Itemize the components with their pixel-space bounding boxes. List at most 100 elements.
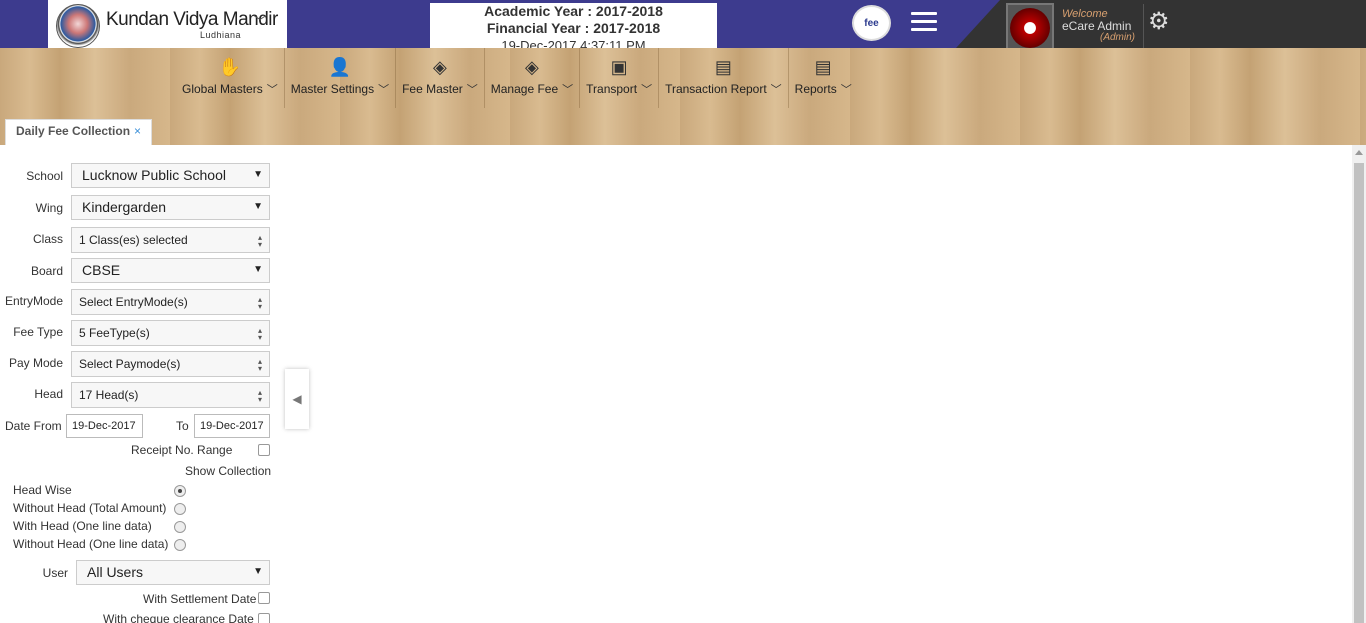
tab-daily-fee-collection[interactable]: Daily Fee Collection × (5, 119, 153, 145)
wing-label: Wing (35, 201, 63, 215)
settlement-date-label: With Settlement Date (143, 592, 257, 606)
chevron-down-icon: ﹀ (266, 84, 278, 96)
cheque-date-checkbox[interactable] (258, 613, 270, 623)
date-to-label: To (176, 419, 189, 433)
date-from-input[interactable]: 19-Dec-2017 (66, 414, 143, 438)
avatar[interactable] (1006, 3, 1054, 52)
menu-label: Reports (794, 82, 837, 96)
chevron-down-icon[interactable]: ﹀ (253, 12, 267, 32)
org-city: Ludhiana (200, 30, 242, 40)
gear-icon[interactable]: ⚙ (1148, 10, 1170, 34)
chevron-down-icon: ﹀ (641, 84, 653, 96)
user-role: (Admin) (1100, 32, 1136, 43)
financial-year: Financial Year : 2017-2018 (486, 20, 661, 36)
radio-label: Without Head (One line data) (13, 537, 169, 551)
head-label: Head (34, 387, 63, 401)
feetype-label: Fee Type (13, 325, 63, 339)
scrollbar-thumb[interactable] (1354, 163, 1364, 623)
menu-global-masters[interactable]: ✋ Global Masters ﹀ (176, 48, 285, 108)
bus-icon: ▣ (610, 57, 628, 77)
with-head-oneline-radio[interactable] (174, 521, 186, 533)
menu-manage-fee[interactable]: ◈ Manage Fee ﹀ (485, 48, 581, 108)
session-info: Academic Year : 2017-2018 Financial Year… (430, 3, 717, 53)
dropdown-arrow-icon: ▼ (253, 264, 263, 275)
money-icon: ◈ (433, 57, 447, 77)
paymode-label: Pay Mode (8, 356, 63, 370)
receipt-range-checkbox[interactable] (258, 444, 270, 456)
head-value: 17 Head(s) (79, 388, 139, 402)
show-collection-label: Show Collection (185, 464, 272, 478)
money-icon: ◈ (525, 57, 539, 77)
school-emblem-icon (56, 4, 100, 48)
divider (1143, 4, 1144, 48)
head-multiselect[interactable]: 17 Head(s) ▴ ▾ (71, 382, 270, 408)
board-select[interactable]: CBSE ▼ (71, 258, 270, 283)
entrymode-label: EntryMode (4, 294, 63, 308)
paymode-multiselect[interactable]: Select Paymode(s) ▴ ▾ (71, 351, 270, 377)
radio-label: With Head (One line data) (13, 519, 152, 533)
user-edit-icon: 👤 (328, 57, 352, 77)
paymode-value: Select Paymode(s) (79, 357, 181, 371)
without-head-oneline-radio[interactable] (174, 539, 186, 551)
chevron-down-icon: ﹀ (840, 84, 852, 96)
dropdown-arrow-icon: ▼ (253, 566, 263, 577)
chevron-down-icon: ﹀ (466, 84, 478, 96)
settlement-date-checkbox[interactable] (258, 592, 270, 604)
receipt-range-label: Receipt No. Range (131, 443, 233, 457)
date-to-input[interactable]: 19-Dec-2017 (194, 414, 270, 438)
feetype-multiselect[interactable]: 5 FeeType(s) ▴ ▾ (71, 320, 270, 346)
hamburger-menu-icon[interactable] (911, 12, 937, 32)
menu-label: Transport (586, 82, 638, 96)
sort-arrows-icon: ▴ ▾ (257, 326, 262, 342)
menu-master-settings[interactable]: 👤 Master Settings ﹀ (285, 48, 397, 108)
school-value: Lucknow Public School (82, 167, 226, 183)
menu-reports[interactable]: ▤ Reports ﹀ (789, 48, 858, 108)
scroll-up-icon[interactable] (1355, 150, 1363, 155)
cheque-date-label: With cheque clearance Date (103, 612, 254, 623)
chevron-down-icon: ﹀ (770, 84, 782, 96)
user-value: All Users (87, 564, 144, 580)
document-icon: ▤ (814, 57, 832, 77)
school-select[interactable]: Lucknow Public School ▼ (71, 163, 270, 188)
menu-label: Master Settings (290, 82, 375, 96)
product-logo[interactable]: fee (852, 5, 891, 41)
menu-transaction-report[interactable]: ▤ Transaction Report ﹀ (659, 48, 789, 108)
wing-value: Kindergarden (82, 199, 167, 215)
tab-label: Daily Fee Collection (16, 124, 131, 138)
radio-label: Without Head (Total Amount) (13, 501, 167, 515)
user-name: eCare Admin (1062, 19, 1132, 33)
board-value: CBSE (82, 262, 121, 278)
org-selector[interactable]: Kundan Vidya Mandir Ludhiana ﹀ (48, 0, 287, 53)
class-label: Class (32, 232, 63, 246)
main-menu: ✋ Global Masters ﹀ 👤 Master Settings ﹀ ◈ F… (176, 48, 858, 108)
menu-label: Transaction Report (665, 82, 767, 96)
sort-arrows-icon: ▴ ▾ (257, 388, 262, 404)
sort-arrows-icon: ▴ ▾ (257, 295, 262, 311)
chevron-left-icon: ◀ (292, 392, 302, 406)
menu-fee-master[interactable]: ◈ Fee Master ﹀ (396, 48, 485, 108)
class-multiselect[interactable]: 1 Class(es) selected ▴ ▾ (71, 227, 270, 253)
chevron-down-icon: ﹀ (378, 84, 390, 96)
head-wise-radio[interactable] (174, 485, 186, 497)
scrollbar[interactable] (1352, 145, 1366, 623)
radio-label: Head Wise (13, 483, 72, 497)
menu-label: Global Masters (182, 82, 263, 96)
academic-year: Academic Year : 2017-2018 (484, 3, 663, 19)
school-label: School (26, 169, 63, 183)
sort-arrows-icon: ▴ ▾ (257, 233, 262, 249)
collapse-panel-button[interactable]: ◀ (285, 369, 309, 429)
dropdown-arrow-icon: ▼ (253, 169, 263, 180)
menu-transport[interactable]: ▣ Transport ﹀ (580, 48, 660, 108)
entrymode-multiselect[interactable]: Select EntryMode(s) ▴ ▾ (71, 289, 270, 315)
entrymode-value: Select EntryMode(s) (79, 295, 188, 309)
user-select[interactable]: All Users ▼ (76, 560, 270, 585)
sort-arrows-icon: ▴ ▾ (257, 357, 262, 373)
close-icon[interactable]: × (134, 124, 141, 138)
user-label: User (42, 566, 68, 580)
document-icon: ▤ (714, 57, 732, 77)
wing-select[interactable]: Kindergarden ▼ (71, 195, 270, 220)
date-from-label: Date From (5, 419, 62, 433)
handshake-icon: ✋ (218, 57, 242, 77)
dropdown-arrow-icon: ▼ (253, 201, 263, 212)
without-head-total-radio[interactable] (174, 503, 186, 515)
